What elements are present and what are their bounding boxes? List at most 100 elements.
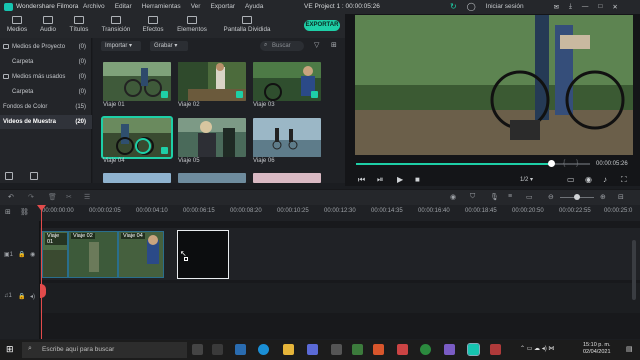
- app-icon[interactable]: [490, 344, 501, 355]
- app-icon[interactable]: [397, 344, 408, 355]
- new-folder-icon[interactable]: [5, 172, 13, 180]
- audio-track[interactable]: [40, 283, 640, 313]
- volume-icon[interactable]: ♪: [603, 175, 607, 184]
- menu-ayuda[interactable]: Ayuda: [245, 3, 263, 10]
- menu-herramientas[interactable]: Herramientas: [142, 3, 181, 10]
- track-icon[interactable]: ▭: [526, 193, 533, 201]
- timeline-ruler[interactable]: ⊞ ⛓ 00:00:00:00 00:00:02:05 00:00:04:10 …: [0, 205, 640, 221]
- play-pause-frame-icon[interactable]: ⏯: [377, 175, 383, 185]
- mic-icon[interactable]: 🎙: [490, 193, 499, 201]
- timeline-clip-viaje-01[interactable]: Viaje 01: [42, 231, 68, 278]
- zoom-out-icon[interactable]: ⊖: [548, 193, 554, 201]
- folder-icon[interactable]: [283, 344, 294, 355]
- lock-icon[interactable]: 🔒: [18, 293, 25, 300]
- preview-video-frame[interactable]: [355, 15, 633, 155]
- fullscreen-icon[interactable]: ⛶: [621, 175, 627, 185]
- adjust-icon[interactable]: ☰: [84, 193, 90, 201]
- tab-medios[interactable]: Medios: [0, 16, 34, 33]
- step-back-icon[interactable]: ⏮: [358, 175, 365, 185]
- filter-icon[interactable]: ▽: [314, 41, 319, 49]
- preview-progress-track[interactable]: [552, 163, 590, 165]
- record-dropdown[interactable]: Grabar ▾: [150, 41, 188, 51]
- sidebar-item-medios-mas-usados[interactable]: Medios más usados (0): [0, 70, 92, 84]
- start-icon[interactable]: ⊞: [6, 344, 14, 355]
- thumbnail-partial[interactable]: [103, 173, 171, 183]
- taskbar-clock[interactable]: 15:10 p. m. 02/04/2021: [583, 342, 611, 356]
- sidebar-item-carpeta[interactable]: Carpeta (0): [0, 55, 92, 69]
- sidebar-item-medios-proyecto[interactable]: Medios de Proyecto (0): [0, 40, 92, 54]
- thumbnail-partial[interactable]: [253, 173, 321, 183]
- mixer-icon[interactable]: ≡: [508, 193, 512, 200]
- timeline-scrollbar[interactable]: [632, 240, 636, 300]
- notifications-icon[interactable]: ▤: [626, 345, 633, 353]
- render-icon[interactable]: ◉: [450, 193, 456, 201]
- filmora-taskbar-icon[interactable]: [467, 343, 480, 356]
- redo-icon[interactable]: ↷: [28, 193, 34, 201]
- add-track-icon[interactable]: ⊞: [5, 208, 11, 216]
- eye-icon[interactable]: ◉: [30, 251, 35, 258]
- sidebar-item-videos-muestra[interactable]: Videos de Muestra (20): [0, 115, 92, 129]
- zoom-in-icon[interactable]: ⊕: [600, 193, 606, 201]
- more-icon[interactable]: ⊟: [618, 193, 624, 201]
- zoom-slider-handle[interactable]: [574, 194, 580, 200]
- thumbnail-partial[interactable]: [178, 173, 246, 183]
- sync-icon[interactable]: ↻: [450, 2, 457, 11]
- preview-scrubber-handle[interactable]: [548, 160, 555, 167]
- timeline-clip-viaje-02[interactable]: Viaje 02: [68, 231, 118, 278]
- mark-out-icon[interactable]: }: [576, 160, 578, 167]
- export-button[interactable]: EXPORTAR: [304, 20, 340, 31]
- minimize-icon[interactable]: —: [582, 3, 589, 10]
- thumbnail-viaje-01[interactable]: [103, 62, 171, 101]
- search-input[interactable]: ⌕ Buscar: [260, 41, 304, 51]
- mark-in-icon[interactable]: {: [563, 160, 565, 167]
- menu-archivo[interactable]: Archivo: [83, 3, 105, 10]
- thumbnail-viaje-02[interactable]: [178, 62, 246, 101]
- lock-icon[interactable]: 🔒: [18, 251, 25, 258]
- sidebar-item-fondos-color[interactable]: Fondos de Color (15): [0, 100, 92, 114]
- quality-select[interactable]: 1/2 ▾: [520, 176, 533, 183]
- thumbnail-viaje-06[interactable]: [253, 118, 321, 157]
- menu-editar[interactable]: Editar: [115, 3, 132, 10]
- grid-view-icon[interactable]: ⊞: [331, 41, 337, 49]
- edge-icon[interactable]: [258, 344, 269, 355]
- tab-transicion[interactable]: Transición: [99, 16, 133, 33]
- tray-icons[interactable]: ⌃ ▭ ☁ ◂) ⋈: [520, 345, 554, 352]
- tab-efectos[interactable]: Efectos: [136, 16, 170, 33]
- taskbar-search-input[interactable]: ⌕ Escribe aquí para buscar: [22, 342, 187, 358]
- thumbnail-viaje-03[interactable]: [253, 62, 321, 101]
- display-icon[interactable]: ▭: [567, 175, 575, 184]
- store-icon[interactable]: [307, 344, 318, 355]
- undo-icon[interactable]: ↶: [8, 193, 14, 201]
- tab-pantalla-dividida[interactable]: Pantalla Dividida: [218, 16, 276, 33]
- stop-icon[interactable]: ■: [415, 175, 420, 184]
- cut-icon[interactable]: ✂: [66, 193, 72, 201]
- signin-link[interactable]: Iniciar sesión: [486, 3, 524, 10]
- snapshot-icon[interactable]: ◉: [585, 175, 592, 184]
- menu-exportar[interactable]: Exportar: [210, 3, 235, 10]
- thumbnail-viaje-04[interactable]: [101, 116, 173, 159]
- link-icon[interactable]: ⛓: [20, 208, 29, 216]
- app-icon[interactable]: [352, 344, 363, 355]
- playhead-line[interactable]: [41, 207, 42, 339]
- brave-icon[interactable]: [373, 344, 384, 355]
- download-icon[interactable]: ⤓: [569, 3, 572, 11]
- marker-icon[interactable]: ⛉: [470, 193, 475, 201]
- timeline-clip-viaje-04[interactable]: Viaje 04: [118, 231, 164, 278]
- folder-open-icon[interactable]: [30, 172, 38, 180]
- menu-ver[interactable]: Ver: [191, 3, 201, 10]
- import-dropdown[interactable]: Importar ▾: [101, 41, 141, 51]
- task-view-icon[interactable]: [192, 344, 203, 355]
- close-icon[interactable]: ✕: [612, 3, 617, 11]
- tab-audio[interactable]: Audio: [31, 16, 65, 33]
- app-icon[interactable]: [331, 344, 342, 355]
- thumbnail-viaje-05[interactable]: [178, 118, 246, 157]
- notification-icon[interactable]: ✉: [554, 3, 559, 11]
- sidebar-item-carpeta-2[interactable]: Carpeta (0): [0, 85, 92, 99]
- tab-elementos[interactable]: Elementos: [175, 16, 209, 33]
- tab-titulos[interactable]: Títulos: [62, 16, 96, 33]
- app-icon[interactable]: [212, 344, 223, 355]
- maximize-icon[interactable]: □: [598, 3, 602, 10]
- delete-icon[interactable]: 🗑: [48, 193, 57, 201]
- account-icon[interactable]: ◯: [467, 2, 476, 11]
- mail-icon[interactable]: [235, 344, 246, 355]
